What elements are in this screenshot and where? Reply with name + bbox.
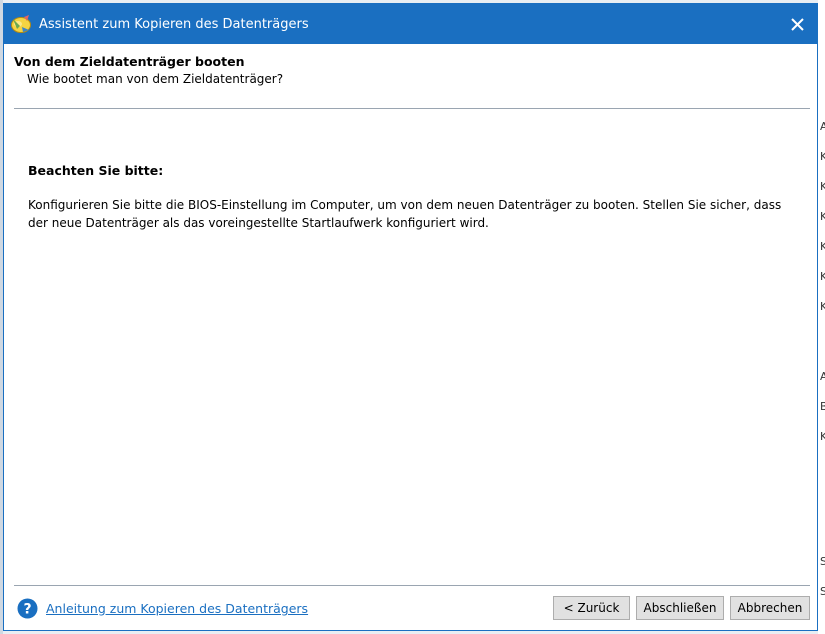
window-title: Assistent zum Kopieren des Datenträgers <box>39 16 309 32</box>
background-text-fragment: S <box>820 585 825 598</box>
copy-disk-wizard-dialog: Assistent zum Kopieren des Datenträgers … <box>3 3 818 631</box>
background-text-fragment: K <box>820 210 825 223</box>
back-button[interactable]: < Zurück <box>553 596 630 620</box>
help-guide-link[interactable]: Anleitung zum Kopieren des Datenträgers <box>46 601 308 616</box>
note-heading: Beachten Sie bitte: <box>28 163 164 178</box>
cancel-button[interactable]: Abbrechen <box>730 596 810 620</box>
background-text-fragment: K <box>820 300 825 313</box>
background-app-window: A K K K K K K A B K S S <box>818 0 825 634</box>
background-text-fragment: A <box>820 370 825 383</box>
note-text: Konfigurieren Sie bitte die BIOS-Einstel… <box>28 198 782 230</box>
background-text-fragment: K <box>820 430 825 443</box>
svg-text:?: ? <box>23 602 31 618</box>
finish-button[interactable]: Abschließen <box>636 596 724 620</box>
title-bar[interactable]: Assistent zum Kopieren des Datenträgers <box>4 4 817 44</box>
background-text-fragment: S <box>820 555 825 568</box>
close-button[interactable] <box>777 4 817 44</box>
footer-divider <box>14 585 810 586</box>
background-text-fragment: B <box>820 400 825 413</box>
step-title: Von dem Zieldatenträger booten <box>14 54 245 69</box>
help-question-icon[interactable]: ? <box>17 598 38 619</box>
wizard-app-icon <box>11 15 31 33</box>
background-text-fragment: A <box>820 120 825 133</box>
background-text-fragment: K <box>820 270 825 283</box>
close-icon <box>790 17 804 31</box>
background-text-fragment: K <box>820 240 825 253</box>
step-subtitle: Wie bootet man von dem Zieldatenträger? <box>27 72 284 86</box>
background-text-fragment: K <box>820 180 825 193</box>
background-text-fragment: K <box>820 150 825 163</box>
wizard-header: Von dem Zieldatenträger booten Wie boote… <box>4 44 817 109</box>
header-divider <box>14 108 810 109</box>
